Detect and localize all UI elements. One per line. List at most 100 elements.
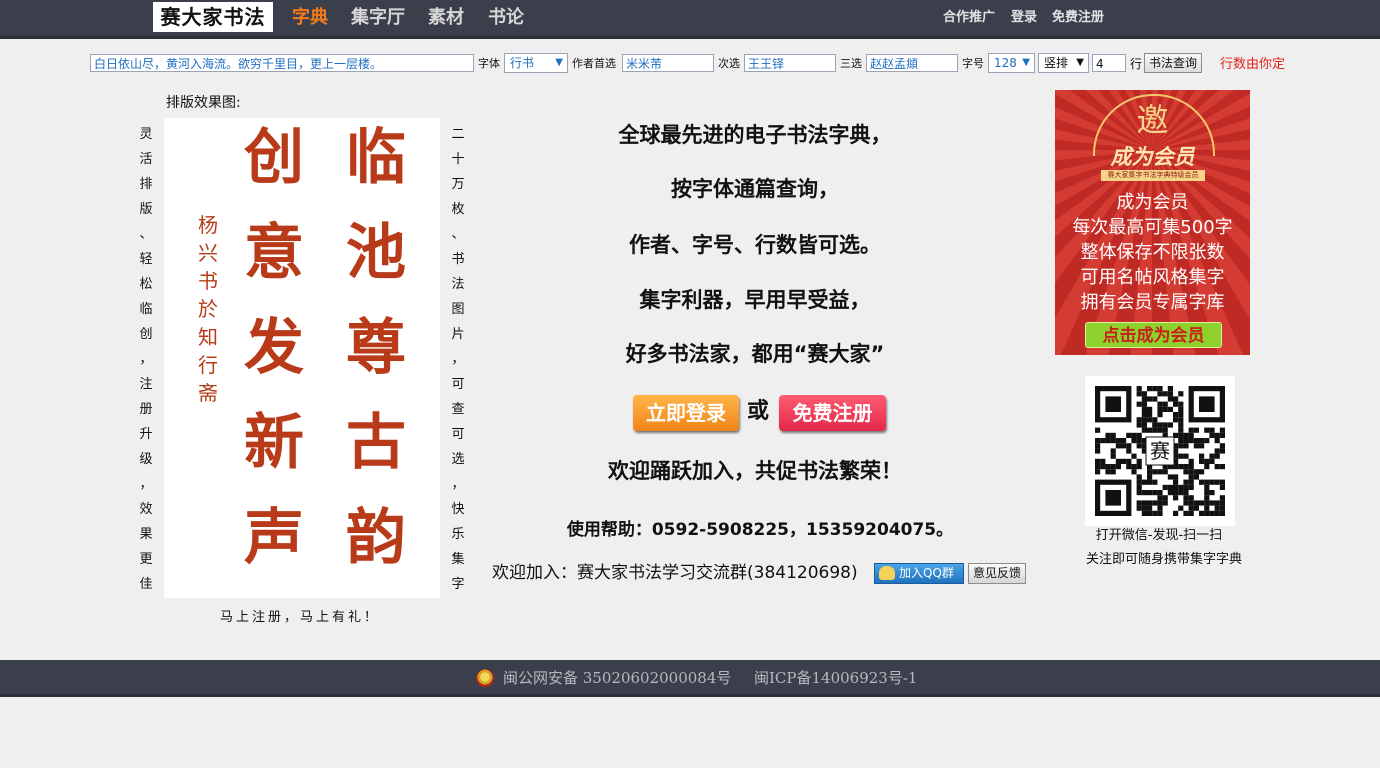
left-slogan-char: 更 [139,552,153,567]
right-slogan-char: 乐 [451,527,465,542]
size-select[interactable]: 128 ▼ [988,53,1035,73]
police-record[interactable]: 闽公网安备 35020602000084号 [503,668,731,688]
rows-label: 行 [1130,57,1143,71]
membership-ad[interactable]: 邀 成为会员 赛大家集字书法字典特级会员 成为会员 每次最高可集500字 整体保… [1055,90,1250,355]
or-text: 或 [747,399,770,424]
chevron-down-icon: ▼ [1022,57,1030,68]
left-slogan-char: 松 [139,277,153,292]
size-select-value: 128 [994,56,1017,70]
login-now-button[interactable]: 立即登录 [633,395,739,431]
calligraphy-right-column-char: 池 [346,218,406,288]
qq-icon [879,566,895,580]
text-input[interactable]: 白日依山尽，黄河入海流。欲穷千里目，更上一层楼。 [90,54,474,72]
right-slogan-char: 查 [451,402,465,417]
left-vertical-slogan: 灵活排版、轻松临创 ， 注册升级 ， 效果更佳 [139,122,153,597]
author3-label: 三选 [840,57,862,70]
left-slogan-char: 级 [139,452,153,467]
right-slogan-char: 万 [451,177,465,192]
size-label: 字号 [962,57,984,70]
right-slogan-char: 快 [451,502,465,517]
left-slogan-char: 佳 [139,577,153,592]
ad-line-2: 每次最高可集500字 [1072,217,1233,238]
link-cooperation[interactable]: 合作推广 [943,10,995,26]
qr-center-logo: 赛 [1150,439,1170,463]
qq-group-text: 欢迎加入：赛大家书法学习交流群(384120698) [492,563,858,583]
calligraphy-preview: 临池尊古韵 创意发新声 杨兴书於知行斋 [164,118,440,598]
wechat-qr-code: 赛 [1085,376,1235,526]
left-slogan-char: 册 [139,402,153,417]
query-button[interactable]: 书法查询 [1144,53,1202,73]
right-slogan-char: 十 [451,152,465,167]
nav-collection-hall[interactable]: 集字厅 [351,6,405,30]
ad-line-4: 可用名帖风格集字 [1080,267,1225,288]
feedback-button[interactable]: 意见反馈 [968,563,1026,584]
right-slogan-char: 片 [451,327,465,342]
nav-materials[interactable]: 素材 [428,6,464,30]
calligraphy-right-column-char: 韵 [346,503,406,573]
rows-input[interactable]: 4 [1092,54,1126,72]
left-slogan-char: 排 [139,177,153,192]
left-slogan-char: ， [139,477,153,492]
author2-label: 次选 [718,57,740,70]
right-vertical-slogan: 二十万枚、书法图片 ， 可查可选 ， 快乐集字 [451,122,465,597]
left-slogan-char: 创 [139,327,153,342]
ad-tiny-text: 赛大家集字书法字典特级会员 [1101,170,1205,181]
help-contact: 使用帮助：0592-5908225，15359204075。 [566,520,954,540]
site-logo[interactable]: 赛大家书法 [153,2,273,32]
left-slogan-char: 注 [139,377,153,392]
join-qq-group-button[interactable]: 加入QQ群 [874,563,964,584]
signature-char: 杨 [198,213,218,237]
left-slogan-char: 升 [139,427,153,442]
calligraphy-right-column-char: 古 [346,408,406,478]
qr-pattern: 赛 [1095,386,1225,516]
right-slogan-char: 法 [451,277,465,292]
left-slogan-char: ， [139,352,153,367]
author1-input[interactable]: 米米芾 [622,54,714,72]
signature-char: 行 [198,353,218,377]
icp-record[interactable]: 闽ICP备14006923号-1 [754,668,917,688]
promo-line-2: 按字体通篇查询， [671,177,839,201]
police-badge-icon [476,669,494,687]
calligraphy-left-column-char: 发 [244,313,304,383]
join-qq-group-label: 加入QQ群 [899,566,954,580]
become-member-button[interactable]: 点击成为会员 [1085,322,1222,348]
qr-caption-2: 关注即可随身携带集字字典 [1085,552,1242,567]
ad-line-5: 拥有会员专属字库 [1080,292,1225,313]
left-slogan-char: 果 [139,527,153,542]
signature-char: 知 [198,325,218,349]
right-slogan-char: ， [451,352,465,367]
signature-char: 斋 [198,381,218,405]
layout-select[interactable]: 竖排 ▼ [1038,53,1089,73]
promo-line-3: 作者、字号、行数皆可选。 [629,233,881,257]
link-register[interactable]: 免费注册 [1052,10,1104,26]
author2-input[interactable]: 王王铎 [744,54,836,72]
ad-line-1: 成为会员 [1116,192,1189,213]
right-slogan-char: 可 [451,427,465,442]
left-slogan-char: 临 [139,302,153,317]
promo-line-4: 集字利器，早用早受益， [639,288,871,312]
nav-essays[interactable]: 书论 [488,6,524,30]
right-slogan-char: 枚 [451,202,465,217]
right-slogan-char: 书 [451,252,465,267]
welcome-line: 欢迎踊跃加入，共促书法繁荣！ [608,459,902,483]
right-slogan-char: 、 [451,227,465,242]
right-slogan-char: 字 [451,577,465,592]
left-slogan-char: 活 [139,152,153,167]
nav-dictionary[interactable]: 字典 [292,6,328,30]
ad-invite-char: 邀 [1136,101,1169,139]
left-slogan-char: 版 [139,202,153,217]
author3-input[interactable]: 赵赵孟頫 [866,54,958,72]
left-slogan-char: 灵 [139,127,153,142]
left-slogan-char: 、 [139,227,153,242]
free-register-button[interactable]: 免费注册 [779,395,886,431]
font-select[interactable]: 行书 ▼ [504,53,568,73]
ad-line-3: 整体保存不限张数 [1080,242,1225,263]
right-slogan-char: 图 [451,302,465,317]
right-slogan-char: 选 [451,452,465,467]
author1-label: 作者首选 [572,57,616,70]
calligraphy-left-column-char: 声 [244,503,304,573]
right-slogan-char: 二 [451,127,465,142]
right-slogan-char: 集 [451,552,465,567]
link-login[interactable]: 登录 [1011,10,1037,26]
promo-line-5: 好多书法家，都用“赛大家” [625,342,885,366]
